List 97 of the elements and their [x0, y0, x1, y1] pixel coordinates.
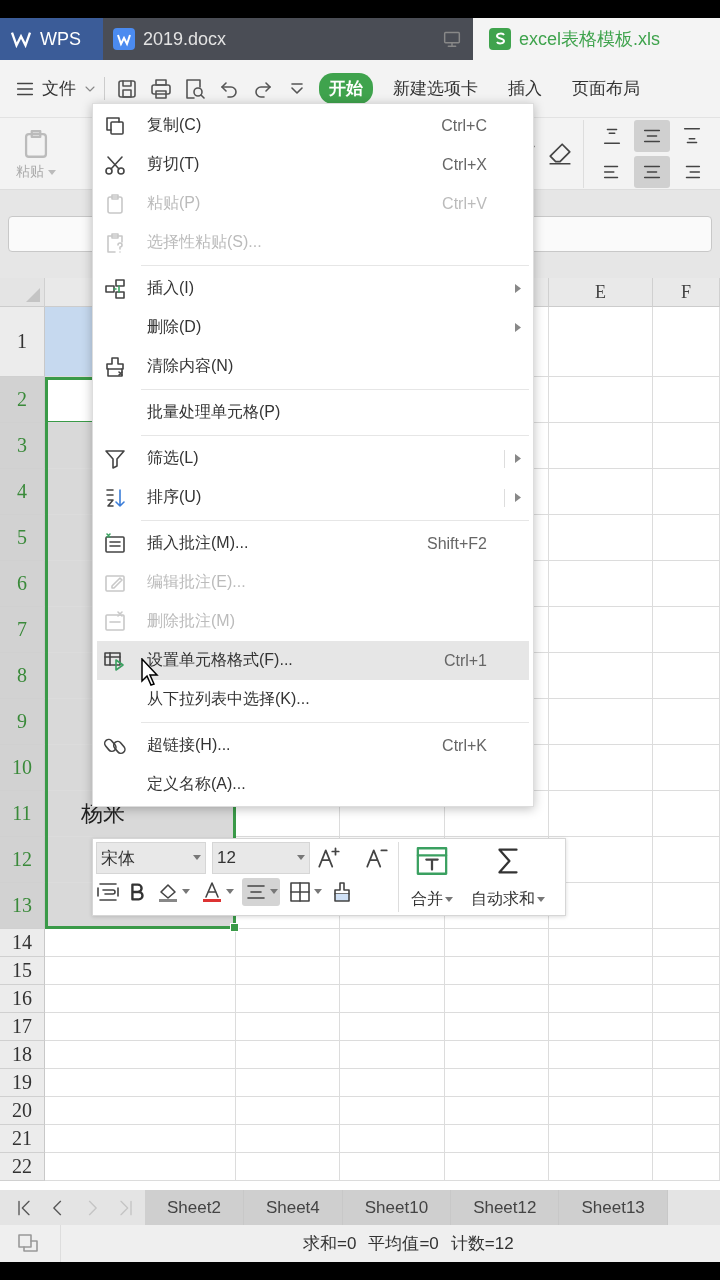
shortcut-text: Shift+F2	[426, 534, 488, 553]
dropdown-caret-icon	[270, 889, 278, 895]
font-color-icon	[200, 880, 224, 904]
sheet-tab[interactable]: Sheet12	[451, 1190, 560, 1225]
menu-item-label: 粘贴(P)	[147, 193, 202, 213]
menu-item[interactable]: 插入(I)	[97, 269, 529, 308]
column-header[interactable]: E	[549, 278, 653, 307]
row-header[interactable]: 17	[0, 1013, 45, 1041]
status-text: 平均值=0	[368, 1233, 439, 1255]
menu-item-label: 插入批注(M)...	[147, 533, 250, 553]
align-button[interactable]	[634, 119, 670, 152]
ribbon-tab[interactable]: 页面布局	[562, 73, 650, 104]
menu-item-label: 排序(U)	[147, 487, 203, 507]
row-header[interactable]: 19	[0, 1069, 45, 1097]
menu-item[interactable]: 删除(D)	[97, 308, 529, 347]
tab-label: excel表格模板.xls	[519, 28, 661, 51]
row-header[interactable]: 22	[0, 1153, 45, 1181]
font-dropdown[interactable]: 宋体	[96, 842, 206, 874]
dropdown-caret-icon	[537, 896, 545, 903]
menu-item[interactable]: 批量处理单元格(P)	[97, 393, 529, 432]
increase-font-icon[interactable]	[316, 845, 342, 871]
shortcut-text: Ctrl+K	[442, 736, 488, 755]
merge-button[interactable]: 合并	[405, 842, 459, 912]
sheet-tab[interactable]: Sheet10	[342, 1190, 452, 1225]
row-header[interactable]: 16	[0, 985, 45, 1013]
document-tab[interactable]: WPS	[0, 18, 103, 60]
row-header[interactable]: 21	[0, 1125, 45, 1153]
menu-item-label: 筛选(L)	[147, 448, 200, 468]
align-button[interactable]	[634, 155, 670, 188]
shortcut-text: Ctrl+V	[442, 194, 488, 213]
menu-item-label: 删除批注(M)	[147, 611, 236, 631]
merge-cells-icon	[415, 844, 449, 878]
dropdown-caret-icon	[182, 889, 190, 895]
menu-item-label: 插入(I)	[147, 278, 196, 298]
sheet-tab[interactable]: Sheet4	[243, 1190, 343, 1225]
status-text: 计数=12	[450, 1233, 514, 1255]
dropdown-caret-icon	[445, 896, 453, 903]
wrap-text-icon[interactable]	[96, 880, 120, 904]
border-icon	[288, 880, 312, 904]
file-menu-button[interactable]: 文件	[14, 77, 105, 100]
menu-item-label: 从下拉列表中选择(K)...	[147, 689, 311, 709]
shortcut-text: Ctrl+X	[442, 155, 488, 174]
menu-item-label: 选择性粘贴(S)...	[147, 232, 263, 252]
document-icon	[113, 28, 135, 50]
menu-item[interactable]: 剪切(T) Ctrl+X	[97, 145, 529, 184]
shortcut-text: Ctrl+C	[441, 116, 488, 135]
dropdown-caret-icon	[314, 889, 322, 895]
spreadsheet-icon	[489, 28, 511, 50]
fill-handle[interactable]	[230, 923, 239, 932]
menu-item-label: 设置单元格格式(F)...	[147, 650, 294, 670]
dropdown-caret-icon	[47, 169, 56, 176]
row-header[interactable]: 14	[0, 929, 45, 957]
menu-item[interactable]: 插入批注(M)... Shift+F2	[97, 524, 529, 563]
menu-item-label: 批量处理单元格(P)	[147, 402, 282, 422]
row-header[interactable]: 15	[0, 957, 45, 985]
menu-item[interactable]: 从下拉列表中选择(K)...	[97, 680, 529, 719]
delete-comment-icon	[103, 609, 127, 634]
font-size-dropdown[interactable]: 12	[212, 842, 310, 874]
menu-item-label: 清除内容(N)	[147, 356, 235, 376]
menu-item-label: 复制(C)	[147, 115, 203, 135]
menu-item[interactable]: 复制(C) Ctrl+C	[97, 106, 529, 145]
menu-item-label: 超链接(H)...	[147, 735, 232, 755]
print-icon[interactable]	[149, 76, 173, 101]
menu-item-label: 定义名称(A)...	[147, 774, 247, 794]
menu-item-label: 剪切(T)	[147, 154, 201, 174]
sheet-tab[interactable]: Sheet13	[559, 1190, 668, 1225]
menu-item-label: 删除(D)	[147, 317, 203, 337]
menu-item[interactable]: 排序(U)	[97, 478, 529, 517]
comment-icon	[103, 531, 127, 556]
tab-label: WPS	[40, 28, 81, 50]
menu-item[interactable]: 设置单元格格式(F)... Ctrl+1	[97, 641, 529, 680]
align-button[interactable]	[242, 878, 280, 906]
dropdown-caret-icon	[193, 855, 201, 861]
row-header[interactable]: 1	[0, 307, 45, 377]
insert-cells-icon	[103, 276, 127, 301]
eraser-icon[interactable]	[547, 140, 573, 167]
wps-logo-icon	[10, 30, 32, 48]
row-header[interactable]: 20	[0, 1097, 45, 1125]
status-text: 求和=0	[303, 1233, 357, 1255]
menu-item[interactable]: 超链接(H)... Ctrl+K	[97, 726, 529, 765]
document-tab[interactable]: 2019.docx	[103, 18, 473, 60]
menu-item[interactable]: 筛选(L)	[97, 439, 529, 478]
dropdown-caret-icon	[226, 889, 234, 895]
corner-triangle-icon	[26, 288, 40, 302]
ribbon-tab[interactable]: 新建选项卡	[383, 73, 488, 104]
autosum-button[interactable]: 自动求和	[465, 842, 551, 912]
ribbon-tab[interactable]: 插入	[498, 73, 552, 104]
row-header[interactable]: 18	[0, 1041, 45, 1069]
tab-label: 2019.docx	[143, 28, 227, 50]
dropdown-caret-icon	[297, 855, 305, 861]
menu-item-label: 编辑批注(E)...	[147, 572, 247, 592]
sheet-tab[interactable]: Sheet2	[145, 1190, 244, 1225]
print-preview-icon[interactable]	[183, 76, 207, 101]
menu-item[interactable]: 清除内容(N)	[97, 347, 529, 386]
eraser-icon	[103, 354, 127, 379]
shortcut-text: Ctrl+1	[443, 651, 488, 670]
column-header[interactable]: F	[653, 278, 720, 307]
